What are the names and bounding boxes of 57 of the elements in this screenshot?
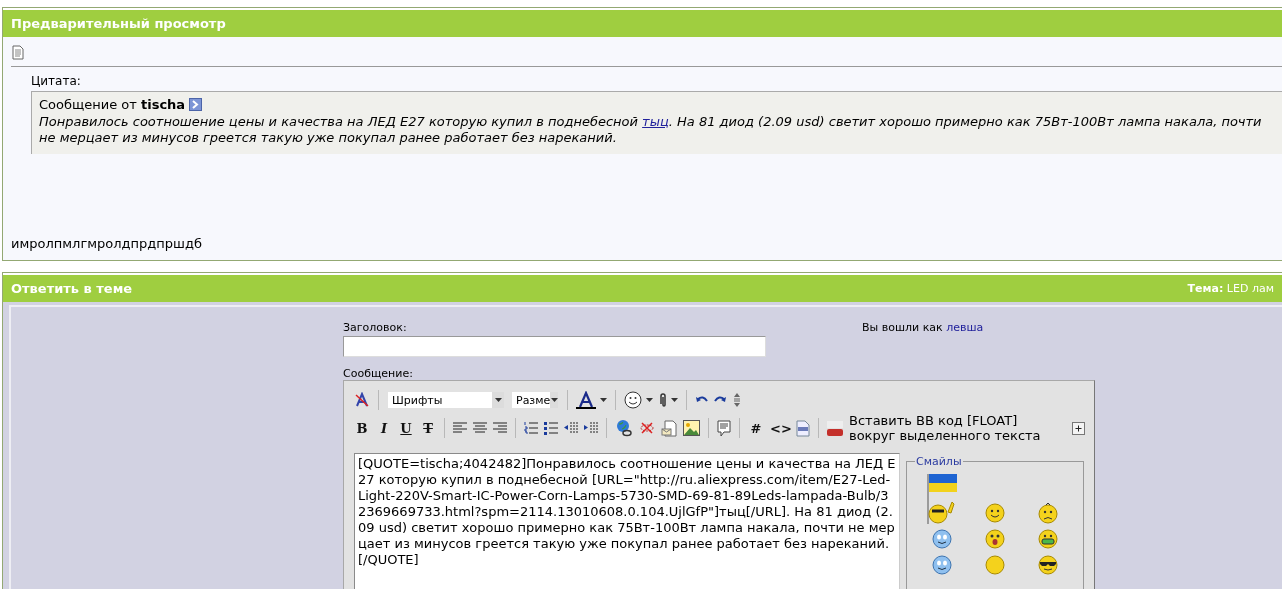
caret-icon	[646, 398, 653, 402]
hash-button[interactable]: #	[748, 420, 764, 436]
smilies-title: Смайлы	[915, 455, 963, 468]
bold-button[interactable]: B	[354, 420, 370, 436]
resize-icon[interactable]	[733, 392, 741, 408]
caret-icon	[600, 398, 607, 402]
align-center-icon[interactable]	[473, 422, 487, 434]
italic-button[interactable]: I	[376, 420, 392, 436]
document-icon	[12, 45, 24, 60]
bullet-list-icon[interactable]	[544, 421, 558, 435]
title-field[interactable]	[343, 336, 766, 357]
field-label: Заголовок:	[343, 321, 408, 334]
redo-icon[interactable]	[713, 395, 727, 405]
link[interactable]: тыц	[642, 114, 669, 129]
caret-icon	[671, 398, 678, 402]
float-hint: Вставить BB код [FLOAT] вокруг выделенного текста	[849, 413, 1042, 443]
topic-text: Тема: LED лам	[1187, 282, 1274, 295]
undo-icon[interactable]	[695, 395, 709, 405]
login-text: Вы вошли как левша	[862, 321, 984, 334]
post-text: имролпмлгмролдпрдпршдб	[11, 236, 203, 251]
globe-link-icon[interactable]	[615, 419, 633, 437]
php-file-icon[interactable]	[796, 419, 810, 437]
remove-format-icon[interactable]	[354, 392, 370, 408]
size-dropdown[interactable]: Разме	[511, 391, 559, 409]
panel-title: Ответить в теме	[11, 281, 133, 296]
username-link[interactable]: левша	[946, 321, 984, 334]
paperclip-icon[interactable]	[659, 392, 667, 408]
quote-label: Цитата:	[31, 74, 82, 88]
caret-icon	[494, 398, 502, 402]
unlink-icon[interactable]	[639, 421, 655, 435]
image-icon[interactable]	[683, 420, 700, 436]
envelope-icon[interactable]	[661, 419, 677, 437]
message-field[interactable]: [QUOTE=tischa;4042482]Понравилось соотношение цены и качества на ЛЕД Е27 которую купил в поднебесной [URL="http://ru.aliexpress.com/item/E27-Led-Light-220V-Smart-IC-Power-Corn-Lamps-5730-SMD-69-81-89Leds-lampada-Bulb/32369669733.html?spm=2114.13010608.0.104.UjlGfP"]тыц[/URL]. На 81 диод (2.09 usd) светит хорошо примерно как 75Вт-100Вт лампа накала, почти не мерцает из минусов греется такую уже покупал ранее работает без нареканий. [/QUOTE]	[354, 453, 900, 589]
plus-icon[interactable]	[1072, 421, 1085, 435]
numbered-list-icon[interactable]	[524, 421, 538, 435]
field-label: Сообщение:	[343, 367, 414, 380]
smiley-icon[interactable]	[984, 502, 1006, 524]
surprised-smiley-icon[interactable]	[984, 528, 1006, 550]
align-left-icon[interactable]	[453, 422, 467, 434]
caret-icon	[550, 398, 558, 402]
frowning-smiley-icon[interactable]	[1037, 502, 1060, 524]
speech-bubble-icon[interactable]	[717, 419, 731, 437]
quote-text: Понравилось соотношение цены и качества на ЛЕД Е27 которую купил в поднебесной тыц. На 81 диод (2.09 usd) светит хорошо примерно как 75Вт-100Вт лампа накала, почти не мерцает из минусов греется такую уже покупал ранее работает без нареканий.	[39, 114, 1263, 146]
panel-title: Предварительный просмотр	[11, 16, 226, 31]
quote-author: Сообщение от tischa	[39, 97, 186, 112]
underline-button[interactable]: U	[398, 420, 414, 436]
indent-icon[interactable]	[584, 421, 598, 435]
smiley-icon[interactable]	[624, 391, 642, 409]
outdent-icon[interactable]	[564, 421, 578, 435]
code-button[interactable]: <>	[770, 420, 790, 436]
strikethrough-button[interactable]: T	[420, 420, 436, 436]
font-color-icon[interactable]	[576, 391, 596, 409]
align-right-icon[interactable]	[493, 422, 507, 434]
sunglasses-smiley-icon[interactable]	[1037, 554, 1060, 576]
view-post-icon[interactable]	[189, 98, 203, 111]
grinning-smiley-icon[interactable]	[1037, 528, 1060, 550]
font-dropdown[interactable]: Шрифты	[387, 391, 505, 409]
